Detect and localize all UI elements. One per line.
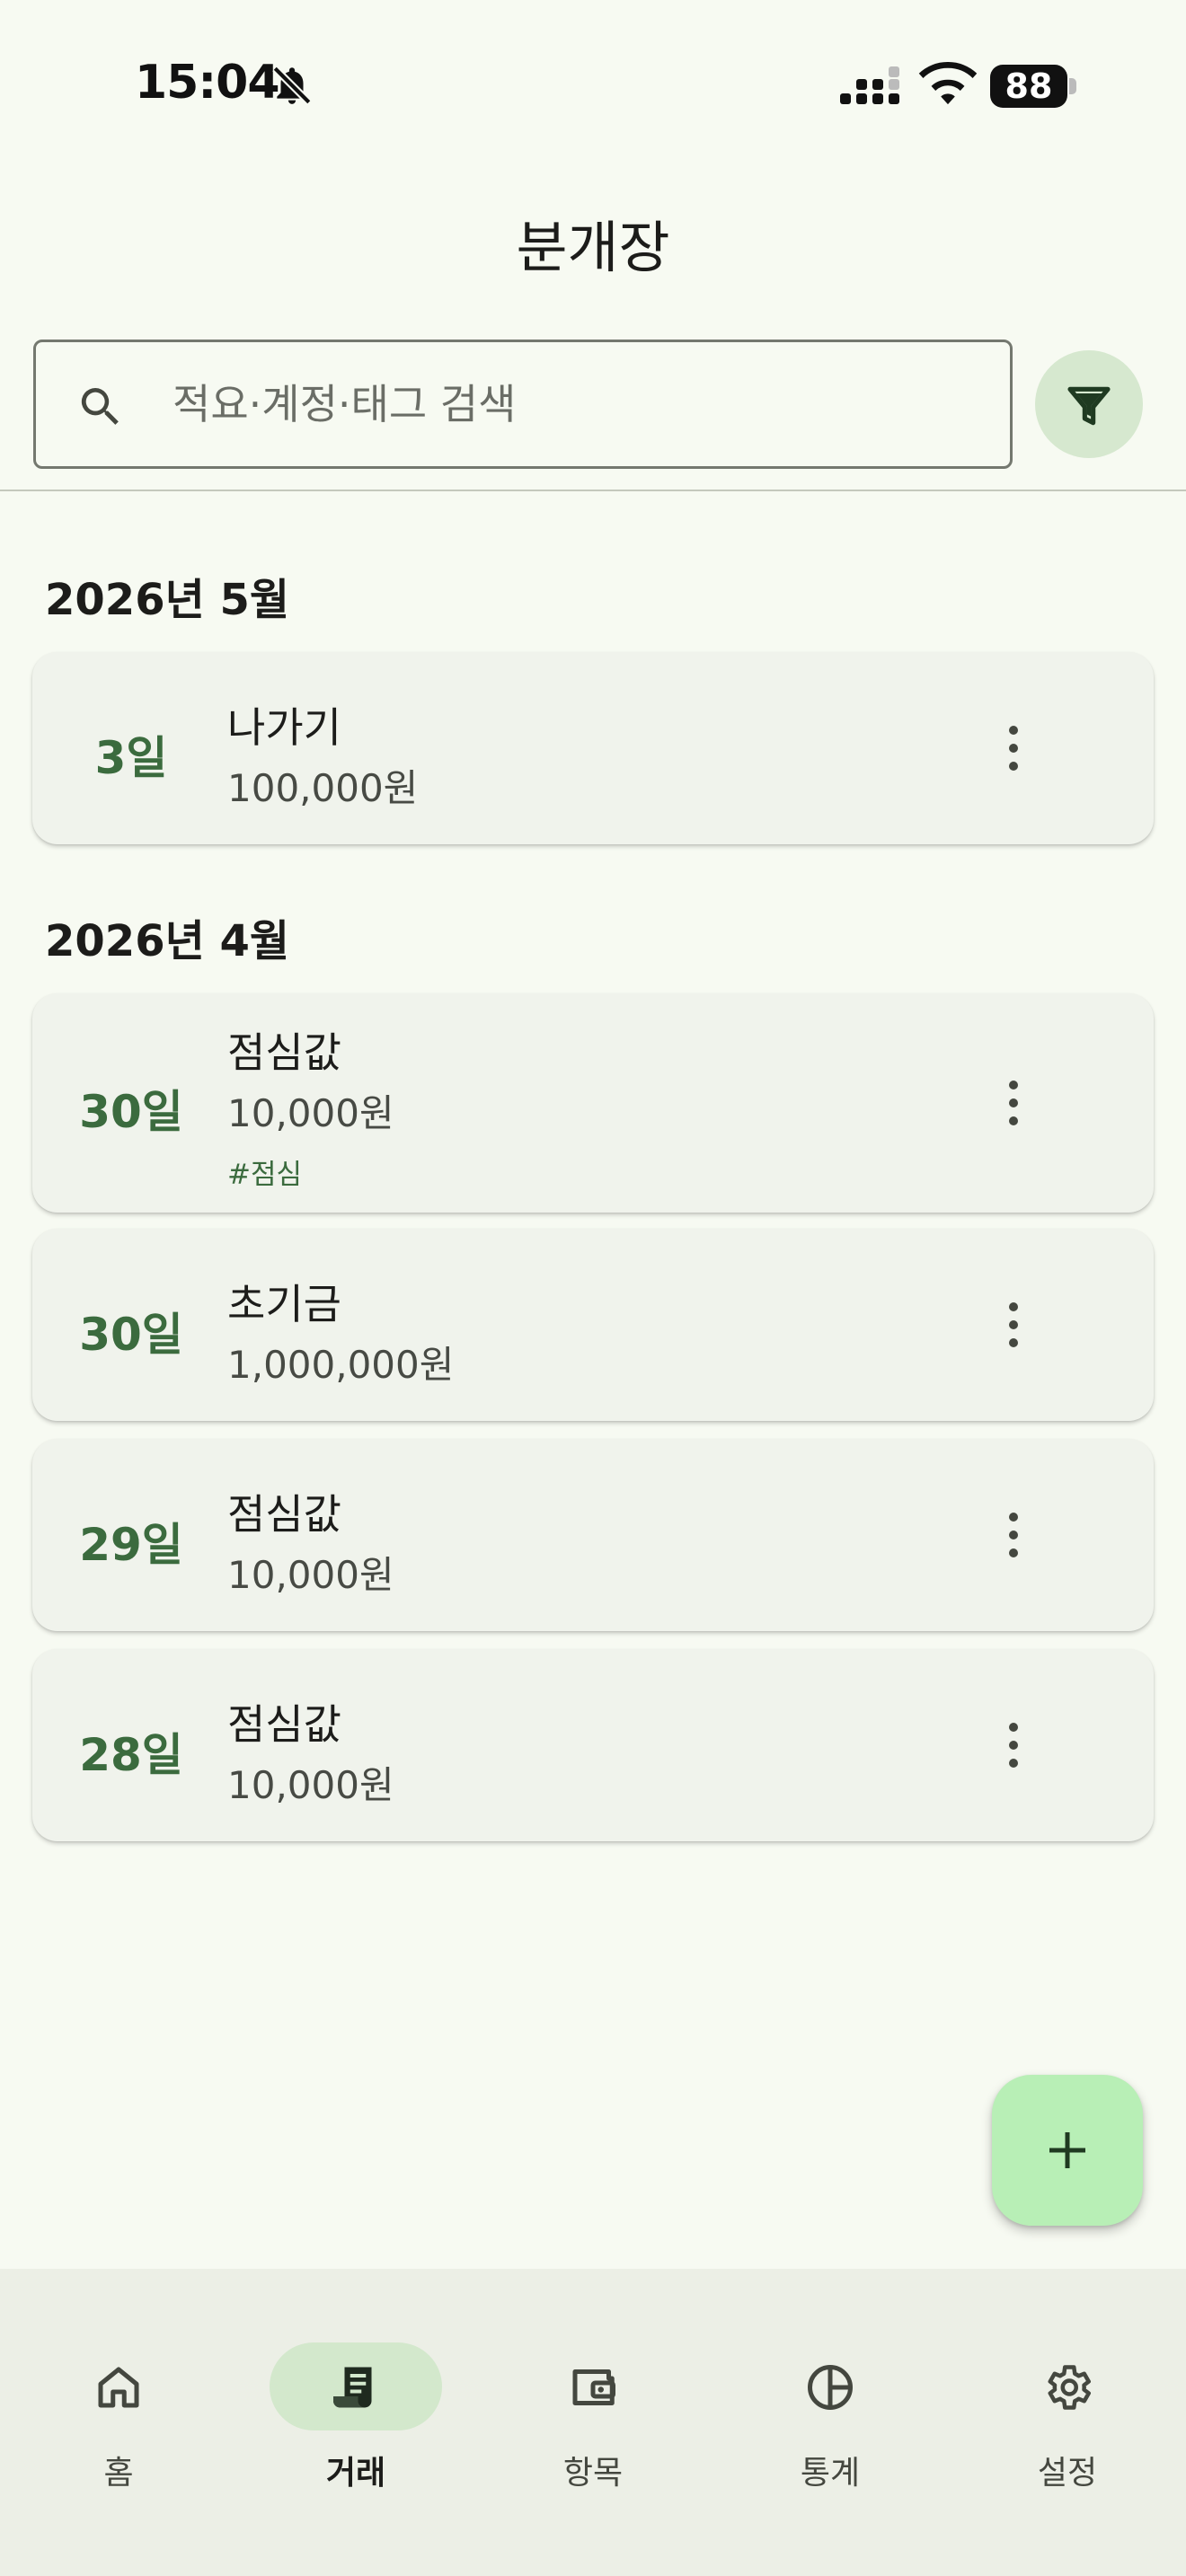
- cellular-signal-icon: [840, 66, 899, 104]
- filter-button[interactable]: [1035, 350, 1143, 458]
- nav-item-home[interactable]: 홈: [0, 2305, 214, 2492]
- entry-more-button[interactable]: [985, 1289, 1042, 1361]
- pie-chart-icon: [808, 2365, 853, 2410]
- battery-level: 88: [990, 65, 1067, 108]
- entry-title: 점심값: [227, 1028, 341, 1077]
- entry-amount: 1,000,000원: [227, 1343, 455, 1387]
- entry-amount: 10,000원: [227, 1553, 394, 1597]
- home-icon: [98, 2367, 139, 2408]
- bell-muted-icon: [272, 66, 312, 105]
- search-box[interactable]: [33, 340, 1013, 469]
- entry-title: 점심값: [227, 1700, 341, 1749]
- wallet-icon: [572, 2369, 615, 2405]
- journal-entry-card[interactable]: 30일 점심값 10,000원 #점심: [32, 993, 1154, 1213]
- entry-day: 28일: [79, 1729, 183, 1781]
- more-vert-icon: [1009, 1302, 1018, 1347]
- battery-tip: [1069, 78, 1076, 94]
- page-title: 분개장: [516, 215, 670, 280]
- entry-day: 29일: [79, 1519, 183, 1571]
- status-time: 15:04: [135, 56, 280, 110]
- entry-tag: #점심: [227, 1159, 303, 1191]
- entry-more-button[interactable]: [985, 712, 1042, 784]
- receipt-icon: [333, 2367, 372, 2408]
- add-entry-button[interactable]: [992, 2075, 1143, 2226]
- nav-item-statistics[interactable]: 통계: [688, 2305, 925, 2492]
- filter-icon: [1067, 386, 1111, 426]
- entry-day: 30일: [79, 1309, 183, 1361]
- entry-amount: 100,000원: [227, 766, 419, 810]
- gear-icon: [1048, 2365, 1091, 2410]
- entry-amount: 10,000원: [227, 1763, 394, 1807]
- nav-item-settings[interactable]: 설정: [925, 2305, 1163, 2492]
- entry-title: 초기금: [227, 1280, 341, 1328]
- header-divider: [0, 490, 1186, 491]
- bottom-nav: 홈 거래 항목 통계 설정: [0, 2269, 1186, 2576]
- more-vert-icon: [1009, 1081, 1018, 1125]
- journal-entry-card[interactable]: 29일 점심값 10,000원: [32, 1439, 1154, 1631]
- journal-screen: 15:04 88 분개장 적요·계정·태그 검색 2026년 5월 3일 나가기…: [0, 0, 1186, 2576]
- search-icon: [81, 388, 119, 425]
- entry-day: 3일: [94, 732, 168, 784]
- plus-icon: [1049, 2132, 1085, 2168]
- more-vert-icon: [1009, 1723, 1018, 1768]
- month-header: 2026년 4월: [45, 916, 290, 966]
- more-vert-icon: [1009, 1513, 1018, 1557]
- battery-indicator: 88: [990, 65, 1076, 108]
- nav-label: 설정: [1037, 2455, 1098, 2492]
- entry-more-button[interactable]: [985, 1709, 1042, 1781]
- nav-item-accounts[interactable]: 항목: [451, 2305, 688, 2492]
- journal-entry-card[interactable]: 3일 나가기 100,000원: [32, 652, 1154, 844]
- journal-entry-card[interactable]: 28일 점심값 10,000원: [32, 1649, 1154, 1841]
- entry-more-button[interactable]: [985, 1067, 1042, 1139]
- entry-day: 30일: [79, 1086, 183, 1138]
- wifi-icon: [918, 62, 978, 105]
- journal-entry-card[interactable]: 30일 초기금 1,000,000원: [32, 1229, 1154, 1421]
- more-vert-icon: [1009, 726, 1018, 771]
- entry-title: 나가기: [227, 703, 341, 752]
- search-input[interactable]: [173, 364, 981, 445]
- month-header: 2026년 5월: [45, 575, 290, 625]
- entry-amount: 10,000원: [227, 1091, 394, 1135]
- entry-more-button[interactable]: [985, 1499, 1042, 1571]
- entry-title: 점심값: [227, 1490, 341, 1539]
- nav-item-transactions[interactable]: 거래: [214, 2305, 451, 2492]
- status-bar: 15:04 88: [0, 0, 1186, 171]
